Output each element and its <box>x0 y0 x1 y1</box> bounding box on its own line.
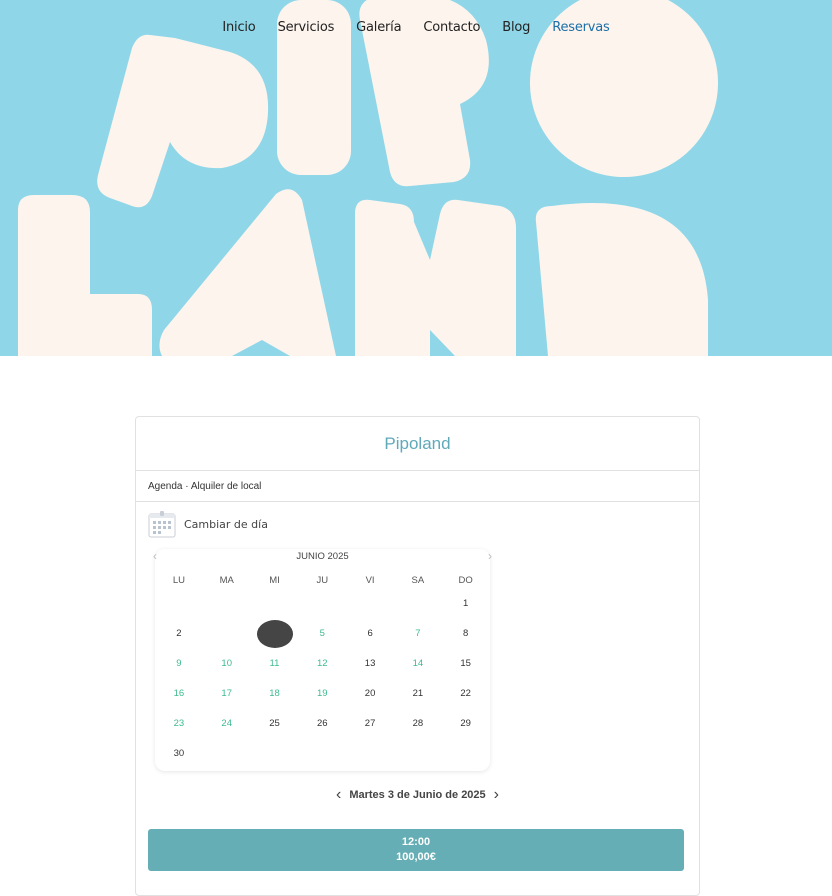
calendar-day[interactable]: 11 <box>251 656 299 686</box>
weekday-label: JU <box>316 575 329 586</box>
empty-day-cell <box>298 596 346 626</box>
calendar-header: ‹ JUNIO 2025 › <box>153 549 492 567</box>
calendar-day: 13 <box>364 658 376 669</box>
slot-time: 12:00 <box>401 836 431 848</box>
calendar-day[interactable]: 19 <box>298 686 346 716</box>
chevron-right-icon[interactable]: › <box>488 550 492 562</box>
calendar-day: 15 <box>460 658 471 669</box>
calendar-day: 2 <box>176 628 182 639</box>
weekday-label: SA <box>411 575 425 586</box>
weekday-label: LU <box>172 575 185 586</box>
change-day-label: Cambiar de día <box>184 517 268 531</box>
weekday-header: LU MA MI JU VI SA DO <box>155 575 490 586</box>
month-calendar: ‹ JUNIO 2025 › LU MA MI JU VI SA DO 1234567891… <box>153 549 492 771</box>
calendar-icon <box>148 511 176 538</box>
calendar-day[interactable]: 17 <box>203 686 251 716</box>
calendar-day[interactable]: 7 <box>394 626 442 656</box>
calendar-day[interactable]: 24 <box>203 716 251 746</box>
next-day-icon[interactable]: › <box>494 787 499 803</box>
calendar-day[interactable]: 10 <box>203 656 251 686</box>
nav-item-inicio[interactable]: Inicio <box>211 18 266 37</box>
calendar-month-label: JUNIO 2025 <box>296 551 349 562</box>
calendar-day: 26 <box>317 718 328 729</box>
calendar-day: 1 <box>463 598 469 609</box>
empty-day-cell <box>155 596 203 626</box>
calendar-days: 1 2 3 4 5 6 7 8 9 10 11 12 13 14 15 16 17 18 19 20 21 22 23 24 2… <box>155 596 490 776</box>
calendar-day: 25 <box>269 718 280 729</box>
calendar-day: 20 <box>364 688 376 699</box>
calendar-day[interactable]: 14 <box>394 656 442 686</box>
booking-panel: Pipoland Agenda · Alquiler de local Camb… <box>135 416 700 896</box>
calendar-day: 27 <box>364 718 376 729</box>
calendar-day: 30 <box>173 748 185 759</box>
calendar-day[interactable]: 16 <box>155 686 203 716</box>
calendar-day: 22 <box>460 688 471 699</box>
calendar-day[interactable]: 12 <box>298 656 346 686</box>
calendar-day: 8 <box>463 628 469 639</box>
calendar-day: 28 <box>412 718 424 729</box>
calendar-day[interactable]: 5 <box>298 626 346 656</box>
empty-day-cell <box>394 596 442 626</box>
current-date-label: Martes 3 de Junio de 2025 <box>349 789 486 801</box>
weekday-label: VI <box>365 575 375 586</box>
main-nav: Inicio Servicios Galería Contacto Blog R… <box>0 18 832 37</box>
time-slot-button[interactable]: 12:00 100,00€ <box>148 829 684 871</box>
slot-price: 100,00€ <box>396 851 436 863</box>
nav-item-reservas[interactable]: Reservas <box>541 18 620 37</box>
nav-item-galeria[interactable]: Galería <box>345 18 412 37</box>
date-navigator: ‹ Martes 3 de Junio de 2025 › <box>136 787 699 803</box>
calendar-day: 21 <box>412 688 424 699</box>
nav-item-contacto[interactable]: Contacto <box>412 18 491 37</box>
calendar-day[interactable]: 9 <box>155 656 203 686</box>
nav-item-blog[interactable]: Blog <box>491 18 541 37</box>
calendar-day: 6 <box>367 628 373 639</box>
weekday-label: MA <box>219 575 234 586</box>
calendar-day-selected[interactable]: 3 <box>203 620 293 656</box>
calendar-day[interactable]: 18 <box>251 686 299 716</box>
empty-day-cell <box>346 596 394 626</box>
hero-banner: Inicio Servicios Galería Contacto Blog R… <box>0 0 832 356</box>
prev-day-icon[interactable]: ‹ <box>336 787 341 803</box>
panel-title: Pipoland <box>136 417 699 471</box>
calendar-day: 29 <box>460 718 471 729</box>
pipoland-logo-art <box>18 0 718 356</box>
empty-day-cell <box>203 596 251 626</box>
change-day-button[interactable]: Cambiar de día <box>148 511 268 538</box>
weekday-label: MI <box>269 575 280 586</box>
nav-item-servicios[interactable]: Servicios <box>267 18 346 37</box>
breadcrumb: Agenda · Alquiler de local <box>136 471 699 502</box>
calendar-day[interactable]: 23 <box>155 716 203 746</box>
weekday-label: DO <box>458 575 473 586</box>
